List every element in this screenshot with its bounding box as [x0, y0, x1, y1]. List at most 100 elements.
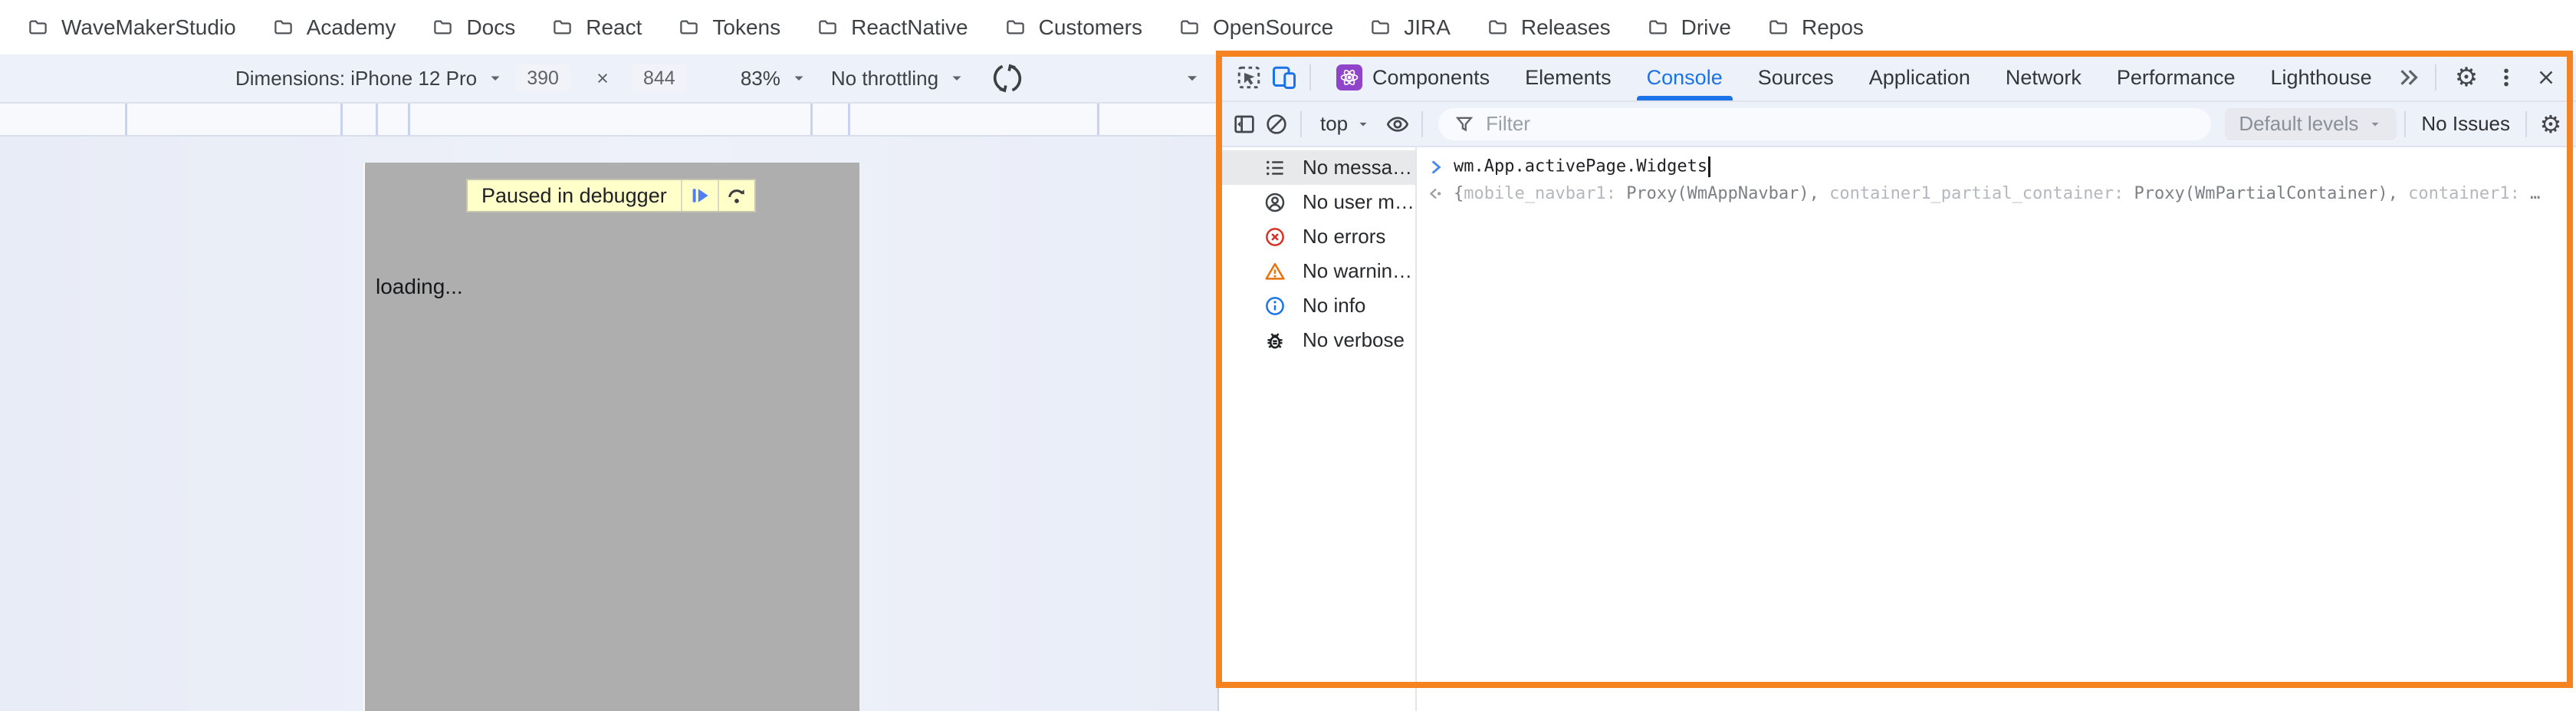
preview-part: container1	[2408, 184, 2509, 203]
bookmark-item[interactable]: JIRA	[1368, 15, 1451, 40]
bookmark-item[interactable]: WaveMakerStudio	[26, 15, 236, 40]
device-toolbar-overflow-icon[interactable]	[1182, 68, 1202, 88]
error-icon	[1263, 225, 1286, 249]
bookmark-item[interactable]: Drive	[1646, 15, 1731, 40]
folder-icon	[271, 17, 295, 38]
bookmark-item[interactable]: Repos	[1766, 15, 1864, 40]
tab-performance[interactable]: Performance	[2099, 54, 2253, 100]
throttling-select[interactable]: No throttling	[831, 67, 966, 91]
bookmark-label: Tokens	[712, 15, 780, 40]
step-over-button[interactable]	[719, 180, 754, 211]
devtools-menu-button[interactable]	[2489, 60, 2524, 95]
divider	[1309, 64, 1311, 91]
media-query-mark[interactable]	[376, 104, 378, 135]
console-sidebar-item-user[interactable]: No user m…	[1219, 185, 1415, 219]
bookmark-item[interactable]: Customers	[1004, 15, 1142, 40]
react-components-icon	[1336, 64, 1362, 91]
issues-counter[interactable]: No Issues	[2413, 112, 2518, 136]
media-query-bar	[0, 102, 1217, 137]
folder-icon	[1766, 17, 1790, 38]
preview-part: :	[2510, 184, 2531, 203]
bookmark-label: Customers	[1039, 15, 1142, 40]
inspect-element-button[interactable]	[1231, 60, 1267, 95]
levels-value: Default levels	[2239, 112, 2358, 136]
eye-icon	[1385, 112, 1410, 137]
preview-part: :	[2114, 184, 2134, 203]
text-caret	[1708, 156, 1710, 177]
bookmarks-bar: WaveMakerStudio Academy Docs React Tokens Rea…	[0, 0, 2576, 54]
folder-icon	[816, 17, 840, 38]
tab-label: Lighthouse	[2270, 66, 2371, 90]
media-query-mark[interactable]	[848, 104, 850, 135]
device-select[interactable]: Dimensions: iPhone 12 Pro	[235, 67, 504, 91]
clear-console-button[interactable]	[1260, 108, 1293, 140]
javascript-context-select[interactable]: top	[1309, 112, 1382, 136]
width-input[interactable]: 390	[515, 64, 570, 92]
clear-console-icon	[1264, 112, 1289, 137]
rotate-viewport-icon[interactable]	[991, 61, 1024, 95]
folder-icon	[1178, 17, 1201, 38]
bookmark-item[interactable]: Releases	[1486, 15, 1611, 40]
devtools-tab-bar: ComponentsElementsConsole Sources Applicat…	[1219, 54, 2576, 102]
bookmark-item[interactable]: React	[550, 15, 642, 40]
tab-label: Application	[1869, 66, 1970, 90]
console-sidebar: No messa…No user m…No errorsNo warnin…No…	[1219, 147, 1417, 711]
media-query-mark[interactable]	[1097, 104, 1099, 135]
devtools-settings-button[interactable]: ⚙	[2449, 60, 2484, 95]
divider	[2525, 111, 2527, 137]
media-query-mark[interactable]	[810, 104, 813, 135]
log-levels-select[interactable]: Default levels	[2225, 108, 2397, 140]
console-sidebar-item-verbose[interactable]: No verbose	[1219, 323, 1415, 357]
sidebar-item-label: No verbose	[1303, 328, 1405, 352]
console-sidebar-toggle-button[interactable]	[1228, 108, 1260, 140]
close-devtools-button[interactable]	[2528, 60, 2564, 95]
tab-elements[interactable]: Elements	[1507, 54, 1629, 100]
eval-result-arrow-icon	[1426, 184, 1446, 204]
console-sidebar-item-warning[interactable]: No warnin…	[1219, 254, 1415, 288]
user-icon	[1263, 191, 1286, 214]
sidebar-item-label: No user m…	[1303, 190, 1414, 214]
tab-console[interactable]: Console	[1629, 54, 1740, 100]
tab-components[interactable]: Components	[1319, 54, 1507, 100]
console-sidebar-item-info[interactable]: No info	[1219, 288, 1415, 323]
bookmark-item[interactable]: ReactNative	[816, 15, 968, 40]
bookmark-label: OpenSource	[1213, 15, 1333, 40]
console-input-row[interactable]: wm.App.activePage.Widgets	[1417, 153, 2576, 180]
bookmark-item[interactable]: Academy	[271, 15, 396, 40]
preview-part: ,	[1809, 184, 1830, 203]
tab-lighthouse[interactable]: Lighthouse	[2252, 54, 2389, 100]
toggle-device-toolbar-button[interactable]	[1267, 60, 1302, 95]
preview-part: Proxy(WmAppNavbar)	[1626, 184, 1809, 203]
bookmark-label: Drive	[1681, 15, 1731, 40]
media-query-mark[interactable]	[340, 104, 343, 135]
zoom-select[interactable]: 83%	[741, 67, 808, 91]
devtools-tabs: ComponentsElementsConsole Sources Applicat…	[1319, 54, 2390, 100]
bookmark-item[interactable]: OpenSource	[1178, 15, 1333, 40]
height-value: 844	[643, 67, 675, 90]
device-viewport[interactable]: Paused in debugger loading...	[363, 163, 859, 711]
console-input-text: wm.App.activePage.Widgets	[1454, 156, 1710, 177]
console-settings-button[interactable]: ⚙	[2535, 108, 2567, 140]
info-icon	[1263, 295, 1286, 318]
more-tabs-icon[interactable]	[2394, 63, 2423, 92]
create-live-expression-button[interactable]	[1382, 108, 1414, 140]
console-sidebar-item-error[interactable]: No errors	[1219, 219, 1415, 254]
tab-application[interactable]: Application	[1852, 54, 1988, 100]
media-query-mark[interactable]	[408, 104, 410, 135]
console-messages-area[interactable]: wm.App.activePage.Widgets {mobile_navbar…	[1417, 147, 2576, 711]
tab-sources[interactable]: Sources	[1740, 54, 1852, 100]
resume-script-button[interactable]	[682, 180, 718, 211]
tab-label: Sources	[1758, 66, 1834, 90]
console-eager-preview-row: {mobile_navbar1: Proxy(WmAppNavbar), con…	[1417, 180, 2576, 207]
media-query-mark[interactable]	[125, 104, 127, 135]
bookmark-item[interactable]: Tokens	[677, 15, 780, 40]
console-sidebar-item-list[interactable]: No messa…	[1219, 150, 1415, 185]
preview-part: :	[1606, 184, 1627, 203]
zoom-value: 83%	[741, 67, 780, 91]
console-filter-input[interactable]: Filter	[1438, 108, 2211, 140]
inspect-icon	[1235, 64, 1263, 91]
context-value: top	[1320, 112, 1348, 136]
height-input[interactable]: 844	[632, 64, 687, 92]
bookmark-item[interactable]: Docs	[431, 15, 515, 40]
tab-network[interactable]: Network	[1988, 54, 2099, 100]
